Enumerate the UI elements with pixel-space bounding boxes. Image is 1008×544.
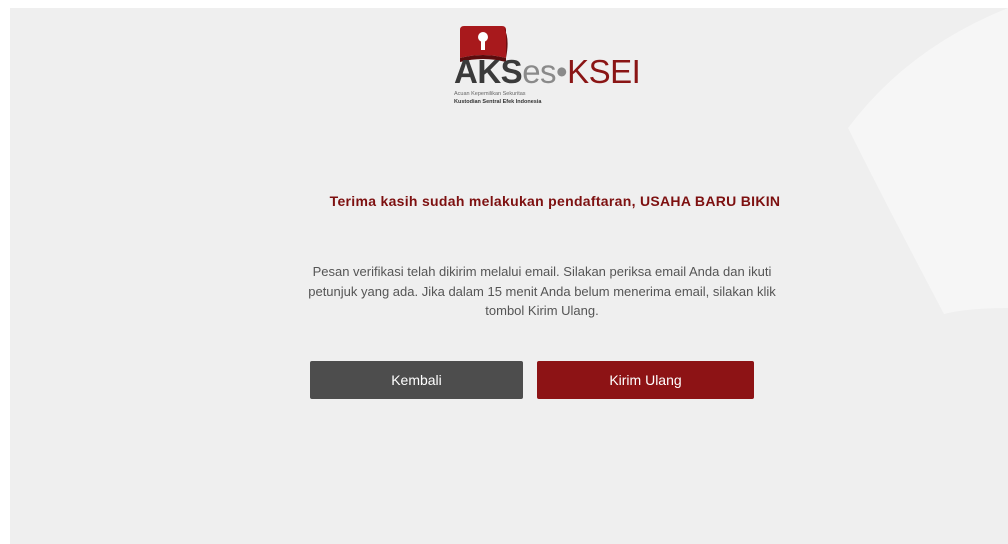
resend-button[interactable]: Kirim Ulang — [537, 361, 754, 399]
logo-text-aks: AKS — [454, 53, 523, 90]
logo-subtitle-2: Kustodian Sentral Efek Indonesia — [454, 99, 542, 105]
verification-message: Pesan verifikasi telah dikirim melalui e… — [308, 264, 776, 318]
akses-ksei-logo: AKSes•KSEI Acuan Kepemilikan Sekuritas K… — [450, 24, 641, 114]
logo-text-ksei: KSEI — [567, 53, 641, 90]
logo-subtitle-1: Acuan Kepemilikan Sekuritas — [454, 91, 526, 97]
back-button[interactable]: Kembali — [310, 361, 523, 399]
logo-separator: • — [556, 53, 568, 90]
page-heading: Terima kasih sudah melakukan pendaftaran… — [329, 193, 781, 209]
background-decoration — [848, 8, 1008, 314]
logo-wordmark: AKSes•KSEI — [454, 52, 641, 92]
logo-text-es: es — [522, 53, 557, 90]
page-container: AKSes•KSEI Acuan Kepemilikan Sekuritas K… — [10, 8, 1008, 544]
